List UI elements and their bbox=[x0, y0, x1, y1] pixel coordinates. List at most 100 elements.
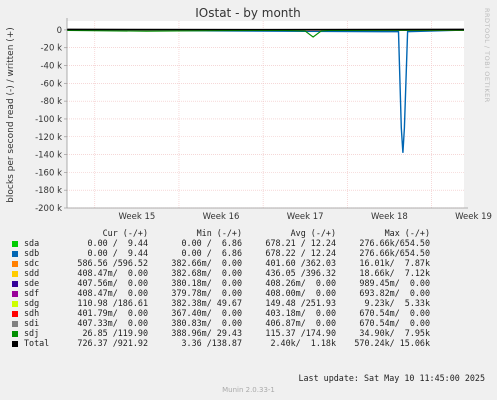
legend-avg-value: 408.00m/ 0.00 bbox=[265, 288, 336, 298]
y-tick-label: -100 k bbox=[35, 115, 62, 125]
legend-swatch bbox=[12, 310, 18, 317]
iostat-chart: 0 -20 k -40 k -60 k -80 k -100 k -120 k -140 k -… bbox=[6, 6, 492, 222]
legend-max-value: 693.82m/ 0.00 bbox=[359, 288, 430, 298]
legend-min-value: 367.40m/ 0.00 bbox=[171, 308, 242, 318]
legend-series-name: sdc bbox=[24, 258, 40, 268]
legend-swatch bbox=[12, 280, 18, 287]
y-tick-label: -200 k bbox=[35, 204, 62, 214]
legend-row: sdi 407.33m/ 0.00 380.83m/ 0.00 406.87m/ 0.… bbox=[12, 318, 430, 328]
legend-min-value: 0.00 / 6.86 bbox=[181, 248, 242, 258]
legend-series-name: sdb bbox=[24, 248, 40, 258]
legend-max-value: 276.66k/654.50 bbox=[359, 238, 430, 248]
legend-series-name: sdd bbox=[24, 268, 40, 278]
legend-cur-value: 26.85 /119.90 bbox=[82, 328, 148, 338]
legend-cur-value: 408.47m/ 0.00 bbox=[77, 268, 148, 278]
legend-min-value: 380.83m/ 0.00 bbox=[171, 318, 242, 328]
legend-series-name: sdi bbox=[24, 318, 40, 328]
y-tick-label: -140 k bbox=[35, 151, 62, 161]
legend-cur-value: 401.79m/ 0.00 bbox=[77, 308, 148, 318]
legend-series-name: sdf bbox=[24, 288, 40, 298]
legend-row: sdc 586.56 /596.52 382.66m/ 0.00 401.60 /36… bbox=[12, 258, 430, 268]
legend-min-value: 382.38m/ 49.67 bbox=[171, 298, 242, 308]
legend-header-min: Min (-/+) bbox=[196, 228, 242, 238]
chart-title: IOstat - by month bbox=[195, 6, 300, 20]
legend-row: sdh 401.79m/ 0.00 367.40m/ 0.00 403.18m/ 0.… bbox=[12, 308, 430, 318]
legend-min-value: 3.36 /138.87 bbox=[181, 338, 242, 348]
legend-row: Total 726.37 /921.92 3.36 /138.87 2.40k/ 1.… bbox=[12, 338, 430, 348]
legend-avg-value: 115.37 /174.90 bbox=[265, 328, 336, 338]
legend-swatch bbox=[12, 260, 18, 267]
legend-max-value: 989.45m/ 0.00 bbox=[359, 278, 430, 288]
legend-cur-value: 586.56 /596.52 bbox=[77, 258, 148, 268]
legend-row: sde 407.56m/ 0.00 380.18m/ 0.00 408.26m/ 0.… bbox=[12, 278, 430, 288]
legend-max-value: 18.66k/ 7.12k bbox=[359, 268, 430, 278]
legend-swatch bbox=[12, 320, 18, 327]
legend-max-value: 670.54m/ 0.00 bbox=[359, 318, 430, 328]
legend-min-value: 0.00 / 6.86 bbox=[181, 238, 242, 248]
legend-row: sdd 408.47m/ 0.00 382.68m/ 0.00 436.05 /396… bbox=[12, 268, 430, 278]
y-tick-label: -80 k bbox=[40, 97, 62, 107]
legend-swatch bbox=[12, 340, 18, 347]
x-tick-label: Week 15 bbox=[118, 212, 155, 222]
legend-cur-value: 0.00 / 9.44 bbox=[87, 238, 148, 248]
legend-series-name: sdj bbox=[24, 328, 40, 338]
legend-swatch bbox=[12, 250, 18, 257]
y-tick-label: -20 k bbox=[40, 44, 62, 54]
y-tick-label: 0 bbox=[57, 26, 62, 36]
legend-swatch bbox=[12, 300, 18, 307]
legend-swatch bbox=[12, 330, 18, 337]
legend-row: sdj 26.85 /119.90 388.96m/ 29.43 115.37 /17… bbox=[12, 328, 430, 338]
legend-swatch bbox=[12, 270, 18, 277]
legend-avg-value: 149.48 /251.93 bbox=[265, 298, 336, 308]
legend-header-avg: Avg (-/+) bbox=[290, 228, 336, 238]
legend-avg-value: 678.21 / 12.24 bbox=[265, 238, 336, 248]
legend-series-name: sdh bbox=[24, 308, 40, 318]
legend-row: sdb 0.00 / 9.44 0.00 / 6.86 678.22 / 12.24 2… bbox=[12, 248, 430, 258]
legend-cur-value: 0.00 / 9.44 bbox=[87, 248, 148, 258]
y-axis-label: blocks per second read (-) / written (+) bbox=[6, 27, 16, 203]
legend-series-name: sde bbox=[24, 278, 40, 288]
y-tick-label: -120 k bbox=[35, 133, 62, 143]
legend-max-value: 570.24k/ 15.06k bbox=[354, 338, 430, 348]
legend-cur-value: 407.56m/ 0.00 bbox=[77, 278, 148, 288]
legend-min-value: 379.78m/ 0.00 bbox=[171, 288, 242, 298]
legend-series-name: Total bbox=[24, 338, 50, 348]
legend-avg-value: 408.26m/ 0.00 bbox=[265, 278, 336, 288]
x-tick-label: Week 19 bbox=[455, 212, 492, 222]
y-tick-label: -40 k bbox=[40, 62, 62, 72]
legend-max-value: 34.90k/ 7.95k bbox=[359, 328, 430, 338]
legend-avg-value: 406.87m/ 0.00 bbox=[265, 318, 336, 328]
legend-avg-value: 436.05 /396.32 bbox=[265, 268, 336, 278]
y-tick-label: -180 k bbox=[35, 186, 62, 196]
legend-max-value: 16.01k/ 7.87k bbox=[359, 258, 430, 268]
legend-row: sdg 110.98 /186.61 382.38m/ 49.67 149.48 /2… bbox=[12, 298, 430, 308]
legend-min-value: 380.18m/ 0.00 bbox=[171, 278, 242, 288]
legend-row: sda 0.00 / 9.44 0.00 / 6.86 678.21 / 12.24 2… bbox=[12, 238, 430, 248]
legend-row: sdf 408.47m/ 0.00 379.78m/ 0.00 408.00m/ 0.… bbox=[12, 288, 430, 298]
legend-min-value: 388.96m/ 29.43 bbox=[171, 328, 242, 338]
munin-version: Munin 2.0.33-1 bbox=[222, 386, 275, 394]
legend-header-row: Cur (-/+) Min (-/+) Avg (-/+) Max (-/+) bbox=[12, 228, 430, 238]
legend-swatch bbox=[12, 240, 18, 247]
legend-body: sda 0.00 / 9.44 0.00 / 6.86 678.21 / 12.24 2… bbox=[12, 238, 430, 348]
legend-header-cur: Cur (-/+) bbox=[102, 228, 148, 238]
legend-max-value: 9.23k/ 5.33k bbox=[364, 298, 430, 308]
rrdtool-credit: RRDTOOL / TOBI OETIKER bbox=[483, 8, 491, 103]
legend-cur-value: 407.33m/ 0.00 bbox=[77, 318, 148, 328]
legend-series-name: sdg bbox=[24, 298, 40, 308]
legend-min-value: 382.68m/ 0.00 bbox=[171, 268, 242, 278]
legend-header-max: Max (-/+) bbox=[384, 228, 430, 238]
legend: Cur (-/+) Min (-/+) Avg (-/+) Max (-/+) … bbox=[12, 228, 430, 348]
legend-cur-value: 726.37 /921.92 bbox=[77, 338, 148, 348]
legend-swatch bbox=[12, 290, 18, 297]
x-tick-label: Week 17 bbox=[287, 212, 324, 222]
x-tick-label: Week 16 bbox=[203, 212, 240, 222]
x-tick-label: Week 18 bbox=[371, 212, 408, 222]
legend-avg-value: 678.22 / 12.24 bbox=[265, 248, 336, 258]
legend-avg-value: 2.40k/ 1.18k bbox=[270, 338, 336, 348]
y-tick-label: -160 k bbox=[35, 168, 62, 178]
last-update: Last update: Sat May 10 11:45:00 2025 bbox=[298, 373, 485, 383]
legend-avg-value: 403.18m/ 0.00 bbox=[265, 308, 336, 318]
legend-cur-value: 110.98 /186.61 bbox=[77, 298, 148, 308]
legend-max-value: 276.66k/654.50 bbox=[359, 248, 430, 258]
